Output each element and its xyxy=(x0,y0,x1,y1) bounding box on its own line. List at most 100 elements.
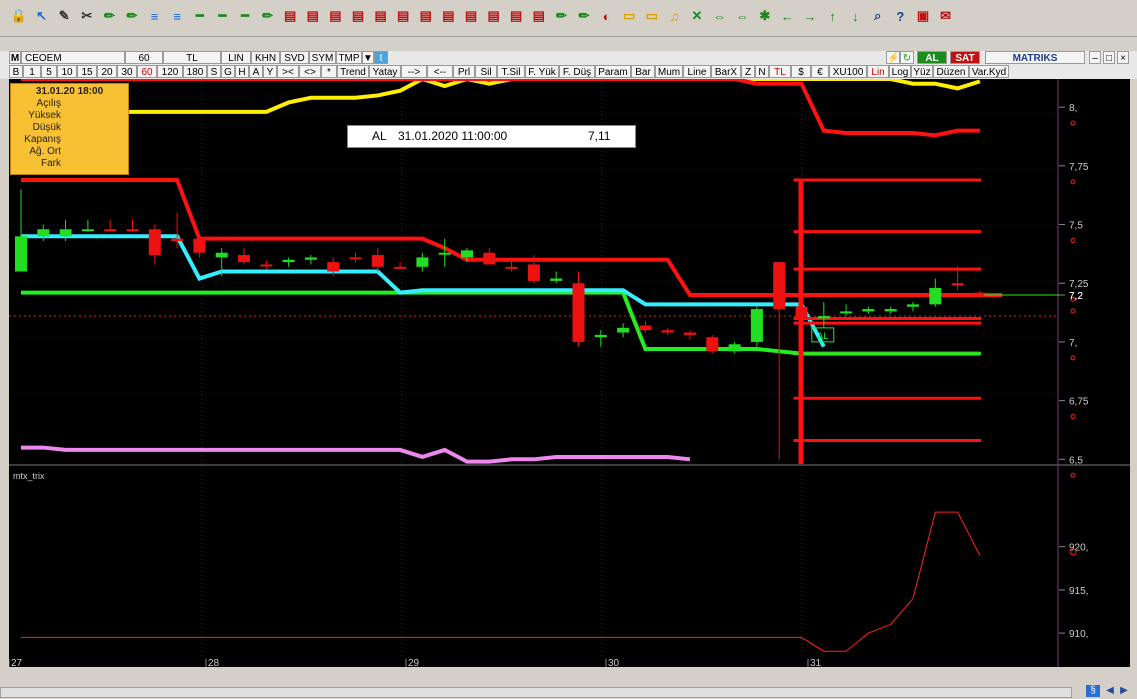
dropdown-icon[interactable]: ▼ xyxy=(362,51,374,64)
period-item-1[interactable]: 1 xyxy=(23,65,41,78)
period-item-25[interactable]: F. Yük xyxy=(525,65,559,78)
khn-button[interactable]: KHN xyxy=(251,51,280,64)
period-item-4[interactable]: 15 xyxy=(77,65,97,78)
period-item-7[interactable]: 60 xyxy=(137,65,157,78)
period-item-33[interactable]: N xyxy=(755,65,769,78)
period-item-38[interactable]: Lin xyxy=(867,65,889,78)
refresh-icon[interactable]: ↻ xyxy=(900,51,914,64)
sell-button[interactable]: SAT xyxy=(950,51,980,64)
tools-icon[interactable]: ✂ xyxy=(78,6,96,26)
period-item-14[interactable]: Y xyxy=(263,65,277,78)
pencil-icon[interactable]: ✏ xyxy=(123,6,141,26)
chart-icon[interactable]: ▤ xyxy=(507,6,525,26)
period-item-6[interactable]: 30 xyxy=(117,65,137,78)
search-icon[interactable]: ⌕ xyxy=(869,6,887,26)
line-icon[interactable]: ━ xyxy=(236,6,254,26)
period-item-18[interactable]: Trend xyxy=(337,65,369,78)
chart-panel[interactable]: AL 8, 7,75 7,5 7,25 7,2 7, 6,75 6,5 mtx_trix 920, 9… xyxy=(8,76,1130,669)
m-button[interactable]: M xyxy=(9,51,21,64)
period-item-11[interactable]: G xyxy=(221,65,235,78)
period-item-31[interactable]: BarX xyxy=(711,65,741,78)
svd-button[interactable]: SVD xyxy=(280,51,309,64)
period-item-27[interactable]: Param xyxy=(595,65,631,78)
period-item-34[interactable]: TL xyxy=(769,65,791,78)
buy-button[interactable]: AL xyxy=(917,51,947,64)
period-item-5[interactable]: 20 xyxy=(97,65,117,78)
period-item-9[interactable]: 180 xyxy=(183,65,207,78)
chart-icon[interactable]: ▤ xyxy=(530,6,548,26)
chart-icon[interactable]: ▤ xyxy=(394,6,412,26)
chart-icon[interactable]: ▤ xyxy=(417,6,435,26)
note-icon[interactable]: ▭ xyxy=(620,6,638,26)
period-item-0[interactable]: B xyxy=(9,65,23,78)
period-item-10[interactable]: S xyxy=(207,65,221,78)
period-item-42[interactable]: Var.Kyd xyxy=(969,65,1009,78)
chart-svg[interactable]: AL 8, 7,75 7,5 7,257,2 7, 6,75 6,5 mtx_trix 920, 9… xyxy=(8,76,1130,669)
star-icon[interactable]: ✱ xyxy=(756,6,774,26)
sym-button[interactable]: SYM xyxy=(309,51,336,64)
chart-icon[interactable]: ▤ xyxy=(439,6,457,26)
period-item-36[interactable]: € xyxy=(811,65,829,78)
period-item-19[interactable]: Yatay xyxy=(369,65,401,78)
pencil-icon[interactable]: ✏ xyxy=(259,6,277,26)
horizontal-scrollbar[interactable] xyxy=(0,687,1072,698)
period-item-22[interactable]: Prl xyxy=(453,65,475,78)
maximize-icon[interactable]: □ xyxy=(1103,51,1115,64)
close-icon[interactable]: × xyxy=(1117,51,1129,64)
edit-icon[interactable]: ✎ xyxy=(55,6,73,26)
arrow-left-icon[interactable]: ← xyxy=(778,6,796,26)
help-icon[interactable]: ? xyxy=(891,6,909,26)
period-item-8[interactable]: 120 xyxy=(157,65,183,78)
chart-icon[interactable]: ▤ xyxy=(349,6,367,26)
envelope-icon[interactable]: ✉ xyxy=(937,6,955,26)
period-item-15[interactable]: >< xyxy=(277,65,299,78)
image-icon[interactable]: ▣ xyxy=(914,6,932,26)
swap-icon[interactable]: ⇔ xyxy=(733,6,751,26)
period-item-12[interactable]: H xyxy=(235,65,249,78)
period-item-29[interactable]: Mum xyxy=(655,65,683,78)
period-item-26[interactable]: F. Düş xyxy=(559,65,595,78)
chart-icon[interactable]: ▤ xyxy=(281,6,299,26)
period-item-41[interactable]: Düzen xyxy=(933,65,969,78)
arrow-down-icon[interactable]: ↓ xyxy=(846,6,864,26)
currency-field[interactable]: TL xyxy=(163,51,221,64)
twitter-icon[interactable]: t xyxy=(374,51,388,64)
period-item-24[interactable]: T.Sil xyxy=(497,65,525,78)
line-icon[interactable]: ━ xyxy=(213,6,231,26)
period-item-21[interactable]: <-- xyxy=(427,65,453,78)
link-icon[interactable]: § xyxy=(1086,685,1100,697)
align-icon[interactable]: ≡ xyxy=(146,6,164,26)
pencil-icon[interactable]: ✏ xyxy=(552,6,570,26)
symbol-field[interactable]: CEOEM xyxy=(21,51,125,64)
minimize-icon[interactable]: – xyxy=(1089,51,1101,64)
period-item-30[interactable]: Line xyxy=(683,65,711,78)
period-item-17[interactable]: * xyxy=(321,65,337,78)
period-item-16[interactable]: <> xyxy=(299,65,321,78)
bell-icon[interactable]: ♫ xyxy=(665,6,683,26)
period-field[interactable]: 60 xyxy=(125,51,163,64)
scroll-right-icon[interactable]: ▶ xyxy=(1118,685,1130,697)
pencil-icon[interactable]: ✏ xyxy=(575,6,593,26)
tmp-button[interactable]: TMP xyxy=(336,51,362,64)
period-item-2[interactable]: 5 xyxy=(41,65,57,78)
period-item-3[interactable]: 10 xyxy=(57,65,77,78)
paint-icon[interactable]: ◐ xyxy=(598,6,616,26)
period-item-35[interactable]: $ xyxy=(791,65,811,78)
chart-icon[interactable]: ▤ xyxy=(326,6,344,26)
arrow-right-icon[interactable]: → xyxy=(801,6,819,26)
arrow-up-icon[interactable]: ↑ xyxy=(824,6,842,26)
period-item-39[interactable]: Log xyxy=(889,65,911,78)
period-item-23[interactable]: Sil xyxy=(475,65,497,78)
bottom-scrollbar[interactable]: § ◀ ▶ xyxy=(0,684,1137,699)
cross-icon[interactable]: ✕ xyxy=(688,6,706,26)
chart-icon[interactable]: ▤ xyxy=(372,6,390,26)
pencil-icon[interactable]: ✏ xyxy=(100,6,118,26)
lin-button[interactable]: LIN xyxy=(221,51,251,64)
period-item-40[interactable]: Yüz xyxy=(911,65,933,78)
scroll-left-icon[interactable]: ◀ xyxy=(1104,685,1116,697)
period-item-13[interactable]: A xyxy=(249,65,263,78)
period-item-37[interactable]: XU100 xyxy=(829,65,867,78)
align-icon[interactable]: ≡ xyxy=(168,6,186,26)
chart-icon[interactable]: ▤ xyxy=(485,6,503,26)
period-item-32[interactable]: Z xyxy=(741,65,755,78)
